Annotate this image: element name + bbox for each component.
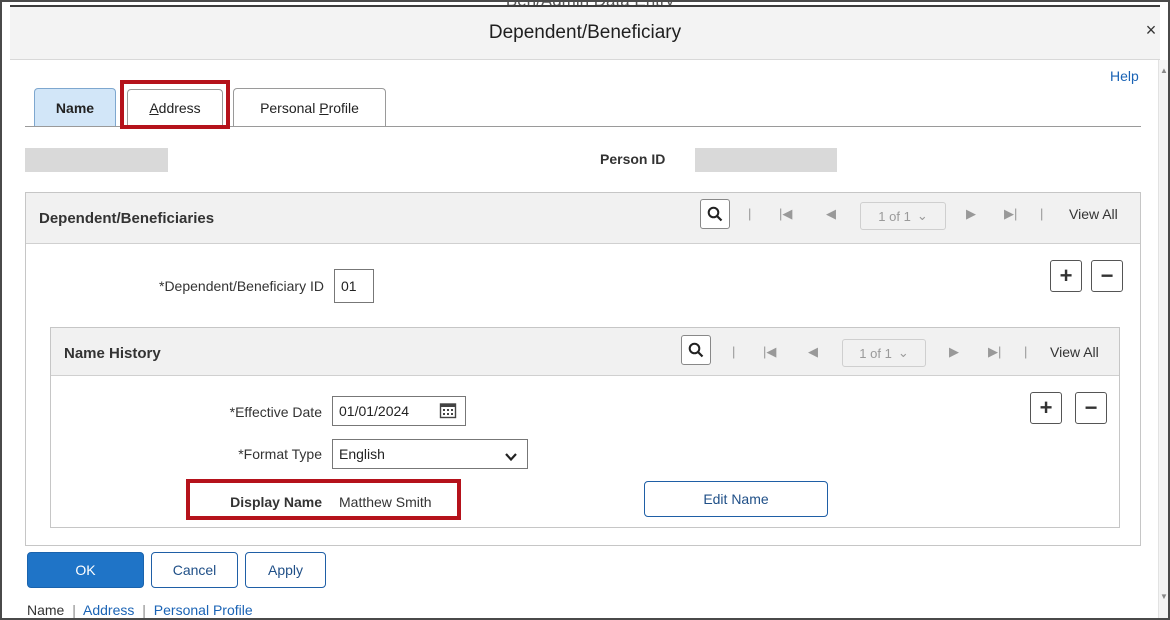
address-tab-highlight-box <box>120 80 230 129</box>
bottom-tab-links: Name | Address | Personal Profile <box>27 602 253 618</box>
tab-personal-profile-label: Personal Profile <box>260 99 359 116</box>
previous-page-icon[interactable]: ◀ <box>808 344 818 360</box>
add-name-row-button[interactable]: + <box>1030 392 1062 424</box>
delete-name-row-button[interactable]: − <box>1075 392 1107 424</box>
effective-date-label: *Effective Date <box>229 404 322 420</box>
view-all-link[interactable]: View All <box>1050 344 1099 360</box>
chevron-down-icon <box>505 449 517 465</box>
format-type-select[interactable]: English <box>332 439 528 469</box>
scroll-down-arrow-icon[interactable]: ▼ <box>1160 592 1168 601</box>
link-separator: | <box>72 602 76 618</box>
chevron-down-icon: ⌄ <box>897 345 909 360</box>
ok-button[interactable]: OK <box>27 552 144 588</box>
search-icon[interactable] <box>681 335 711 365</box>
chevron-down-icon: ⌄ <box>916 208 928 223</box>
divider: | <box>1024 344 1028 359</box>
tab-personal-profile[interactable]: Personal Profile <box>233 88 386 126</box>
name-history-title: Name History <box>64 345 161 362</box>
tab-name[interactable]: Name <box>34 88 116 126</box>
edit-name-button[interactable]: Edit Name <box>644 481 828 517</box>
person-id-label: Person ID <box>600 151 666 167</box>
modal-title: Dependent/Beneficiary <box>488 22 682 43</box>
pager-text: 1 of 1 <box>878 208 911 224</box>
first-page-icon[interactable]: |◀ <box>763 344 776 360</box>
tab-name-label: Name <box>55 99 95 116</box>
search-icon[interactable] <box>700 199 730 229</box>
pager-select[interactable]: 1 of 1 ⌄ <box>842 339 926 367</box>
pager-text: 1 of 1 <box>859 345 892 361</box>
format-type-value: English <box>339 446 385 462</box>
pager-select[interactable]: 1 of 1 ⌄ <box>860 202 946 230</box>
redacted-name-block <box>25 148 168 172</box>
divider: | <box>748 206 752 221</box>
previous-page-icon[interactable]: ◀ <box>826 206 836 222</box>
vertical-scrollbar[interactable] <box>1158 60 1170 620</box>
calendar-icon[interactable] <box>439 401 457 419</box>
link-separator: | <box>142 602 146 618</box>
first-page-icon[interactable]: |◀ <box>779 206 792 222</box>
scroll-up-arrow-icon[interactable]: ▲ <box>1160 66 1168 75</box>
divider: | <box>1040 206 1044 221</box>
delete-row-button[interactable]: − <box>1091 260 1123 292</box>
dependent-id-label: *Dependent/Beneficiary ID <box>159 278 324 294</box>
redacted-person-id-block <box>695 148 837 172</box>
next-page-icon[interactable]: ▶ <box>949 344 959 360</box>
close-icon[interactable]: × <box>1142 20 1160 42</box>
dependent-beneficiaries-title: Dependent/Beneficiaries <box>39 210 215 227</box>
cancel-button[interactable]: Cancel <box>151 552 238 588</box>
bottom-link-personal-profile[interactable]: Personal Profile <box>154 602 253 618</box>
bottom-link-name[interactable]: Name <box>27 602 64 618</box>
effective-date-value: 01/01/2024 <box>339 403 410 419</box>
dependent-id-field[interactable]: 01 <box>334 269 374 303</box>
help-link[interactable]: Help <box>1110 68 1139 84</box>
divider: | <box>732 344 736 359</box>
view-all-link[interactable]: View All <box>1069 206 1118 222</box>
last-page-icon[interactable]: ▶| <box>1004 206 1017 222</box>
apply-button[interactable]: Apply <box>245 552 326 588</box>
format-type-label: *Format Type <box>238 446 322 462</box>
last-page-icon[interactable]: ▶| <box>988 344 1001 360</box>
bottom-link-address[interactable]: Address <box>83 602 134 618</box>
add-row-button[interactable]: + <box>1050 260 1082 292</box>
display-name-label: Display Name <box>230 494 322 510</box>
display-name-value: Matthew Smith <box>339 494 432 510</box>
next-page-icon[interactable]: ▶ <box>966 206 976 222</box>
